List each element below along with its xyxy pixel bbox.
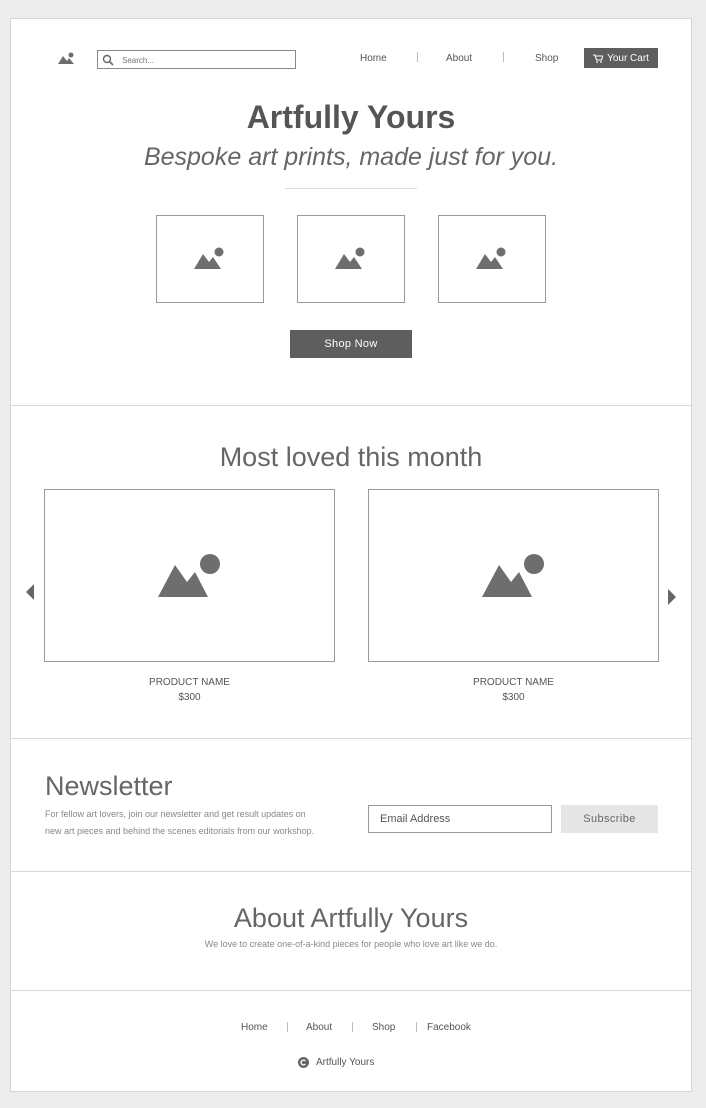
nav-home-link[interactable]: Home bbox=[360, 53, 387, 64]
arrow-left-icon[interactable] bbox=[25, 584, 35, 600]
copyright-text: Artfully Yours bbox=[316, 1057, 375, 1068]
section-divider bbox=[11, 990, 691, 991]
cart-label: Your Cart bbox=[607, 52, 649, 64]
about-body: We love to create one-of-a-kind pieces f… bbox=[204, 939, 498, 949]
newsletter-body: For fellow art lovers, join our newslett… bbox=[45, 806, 314, 840]
footer-separator bbox=[416, 1022, 417, 1032]
cart-icon bbox=[593, 53, 604, 63]
product-price-1: $300 bbox=[178, 692, 201, 703]
subscribe-button[interactable]: Subscribe bbox=[561, 805, 658, 833]
copyright-icon bbox=[298, 1057, 309, 1068]
page-container: Home About Shop Your Cart Artfully Yours… bbox=[10, 18, 692, 1092]
hero-image-2 bbox=[297, 215, 405, 303]
section-divider bbox=[11, 405, 691, 406]
product-price-2: $300 bbox=[502, 692, 525, 703]
nav-separator bbox=[417, 52, 418, 62]
newsletter-body-line: new art pieces and behind the scenes edi… bbox=[45, 826, 315, 836]
image-placeholder-icon bbox=[157, 553, 220, 597]
search-box[interactable] bbox=[97, 50, 296, 69]
image-placeholder-icon bbox=[194, 247, 224, 269]
product-image-2[interactable] bbox=[368, 489, 659, 662]
hero-image-3 bbox=[438, 215, 546, 303]
footer-shop-link[interactable]: Shop bbox=[372, 1022, 395, 1033]
image-placeholder-icon bbox=[481, 553, 544, 597]
hero-title: Artfully Yours bbox=[246, 99, 456, 135]
product-image-1[interactable] bbox=[44, 489, 335, 662]
nav-shop-link[interactable]: Shop bbox=[535, 53, 558, 64]
about-heading: About Artfully Yours bbox=[233, 903, 469, 933]
image-placeholder-icon bbox=[476, 247, 506, 269]
footer-home-link[interactable]: Home bbox=[241, 1022, 268, 1033]
newsletter-body-line: For fellow art lovers, join our newslett… bbox=[45, 809, 306, 819]
hero-divider bbox=[285, 188, 417, 189]
hero-subtitle: Bespoke art prints, made just for you. bbox=[143, 143, 559, 171]
section-divider bbox=[11, 871, 691, 872]
footer-facebook-link[interactable]: Facebook bbox=[427, 1022, 471, 1033]
arrow-right-icon[interactable] bbox=[667, 589, 677, 605]
featured-heading: Most loved this month bbox=[219, 442, 483, 472]
shop-now-button[interactable]: Shop Now bbox=[290, 330, 412, 358]
nav-about-link[interactable]: About bbox=[446, 53, 472, 64]
your-cart-button[interactable]: Your Cart bbox=[584, 48, 658, 68]
nav-separator bbox=[503, 52, 504, 62]
section-divider bbox=[11, 738, 691, 739]
footer-separator bbox=[287, 1022, 288, 1032]
search-icon bbox=[102, 54, 114, 66]
product-name-2[interactable]: PRODUCT NAME bbox=[368, 677, 659, 688]
email-field[interactable] bbox=[368, 805, 552, 833]
newsletter-heading: Newsletter bbox=[45, 771, 173, 801]
product-name-1[interactable]: PRODUCT NAME bbox=[44, 677, 335, 688]
search-input[interactable] bbox=[120, 52, 294, 69]
copyright: Artfully Yours bbox=[298, 1057, 374, 1068]
logo-icon[interactable] bbox=[57, 52, 75, 66]
footer-about-link[interactable]: About bbox=[306, 1022, 332, 1033]
footer-separator bbox=[352, 1022, 353, 1032]
image-placeholder-icon bbox=[335, 247, 365, 269]
hero-image-1 bbox=[156, 215, 264, 303]
